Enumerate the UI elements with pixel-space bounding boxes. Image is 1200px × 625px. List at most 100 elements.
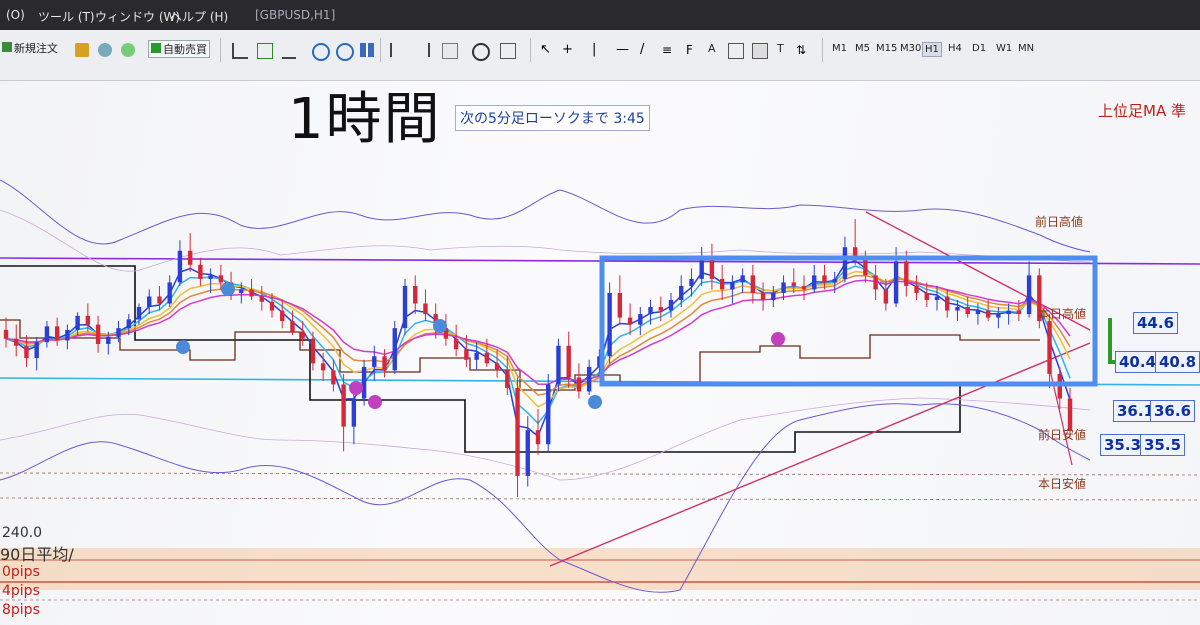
prev-high-label: 前日高値	[1035, 215, 1084, 229]
price-box: 35.5	[1140, 434, 1186, 456]
candle-body	[116, 328, 121, 337]
candle	[719, 264, 725, 300]
candle	[259, 285, 264, 311]
candle	[75, 312, 80, 336]
candle-body	[730, 282, 735, 290]
candle-body	[556, 345, 561, 385]
candle-body	[750, 275, 756, 293]
candle-body	[14, 338, 19, 346]
candle-body	[914, 285, 919, 293]
candle-body	[126, 319, 131, 329]
candle	[730, 275, 735, 304]
candle	[249, 278, 254, 300]
mt4-screen: (O) ツール (T) ウィンドウ (W) ヘルプ (H) [GBPUSD,H1…	[0, 0, 1200, 625]
candle-body	[392, 328, 397, 371]
candle-body	[546, 384, 551, 445]
price-box: 36.6	[1150, 400, 1196, 422]
candle	[996, 307, 1001, 329]
candle-body	[607, 292, 612, 357]
candle	[668, 292, 674, 318]
candle	[24, 335, 29, 367]
today-high-label: 本日高値	[1038, 307, 1087, 321]
candle-body	[372, 356, 377, 367]
candle-body	[95, 324, 101, 344]
candle-body	[873, 275, 878, 290]
candle	[740, 268, 745, 293]
pips-label: 0pips	[2, 564, 40, 580]
price-box: 40.4	[1115, 351, 1161, 373]
candle	[771, 285, 776, 308]
candle-body	[627, 317, 633, 325]
candle-body	[494, 363, 500, 371]
candle-body	[566, 345, 571, 378]
candle-body	[842, 247, 848, 279]
candle	[177, 240, 183, 286]
candle-body	[484, 352, 490, 364]
pips-band	[0, 548, 1200, 590]
sell-signal-marker	[771, 332, 785, 346]
candle	[392, 321, 397, 374]
sell-signal-marker	[368, 395, 382, 409]
prev-low-label: 前日安値	[1038, 428, 1087, 442]
candle	[402, 278, 408, 336]
candle	[198, 257, 203, 286]
sell-signal-marker	[349, 381, 363, 395]
candle-body	[965, 307, 970, 315]
moving-average-line	[5, 279, 1071, 385]
dotted-level-line	[0, 497, 1200, 501]
candle	[760, 282, 766, 311]
candle-body	[689, 278, 694, 286]
candle	[709, 243, 715, 290]
candle-body	[505, 370, 510, 388]
candle	[576, 363, 582, 399]
candle	[546, 373, 551, 452]
candle	[525, 416, 530, 487]
candle-body	[535, 430, 541, 445]
candle-body	[402, 285, 408, 329]
candle-body	[658, 307, 663, 311]
candle-body	[218, 275, 224, 283]
volume-bar	[1108, 318, 1112, 363]
candle-body	[54, 326, 60, 341]
candle-body	[945, 296, 950, 311]
candle	[453, 324, 459, 357]
candle-body	[249, 289, 254, 297]
candle	[638, 307, 643, 336]
candle-body	[44, 326, 50, 343]
candle-body	[709, 257, 715, 279]
candle	[627, 303, 633, 336]
candle-body	[24, 345, 29, 359]
price-box: 40.8	[1155, 351, 1200, 373]
candle-body	[1047, 321, 1052, 374]
candle-body	[75, 315, 80, 330]
candle	[341, 373, 346, 452]
candle-body	[648, 307, 653, 315]
candle	[863, 250, 868, 283]
candle	[423, 289, 428, 322]
buy-signal-marker	[588, 395, 602, 409]
candle-body	[177, 250, 183, 283]
price-box: 44.6	[1133, 312, 1179, 334]
candle	[873, 264, 878, 300]
candle	[607, 282, 612, 364]
candle	[157, 285, 162, 311]
price-chart[interactable]	[0, 0, 1200, 625]
chart-title: 1時間	[288, 87, 442, 152]
candle	[44, 321, 50, 348]
pips-label: 4pips	[2, 583, 40, 599]
candle-body	[464, 349, 469, 360]
candle-body	[65, 329, 70, 341]
candle-body	[975, 310, 981, 315]
candle-body	[985, 310, 991, 318]
candle	[3, 317, 9, 348]
candle-countdown: 次の5分足ローソクまで 3:45	[455, 105, 650, 131]
candle-body	[955, 307, 960, 311]
candle-body	[699, 257, 704, 279]
candle-body	[208, 275, 213, 279]
candle-body	[515, 387, 520, 476]
candle-body	[341, 384, 346, 427]
candle-body	[760, 292, 766, 300]
candle	[515, 377, 520, 498]
candle-body	[382, 356, 387, 371]
candle-body	[320, 363, 326, 371]
